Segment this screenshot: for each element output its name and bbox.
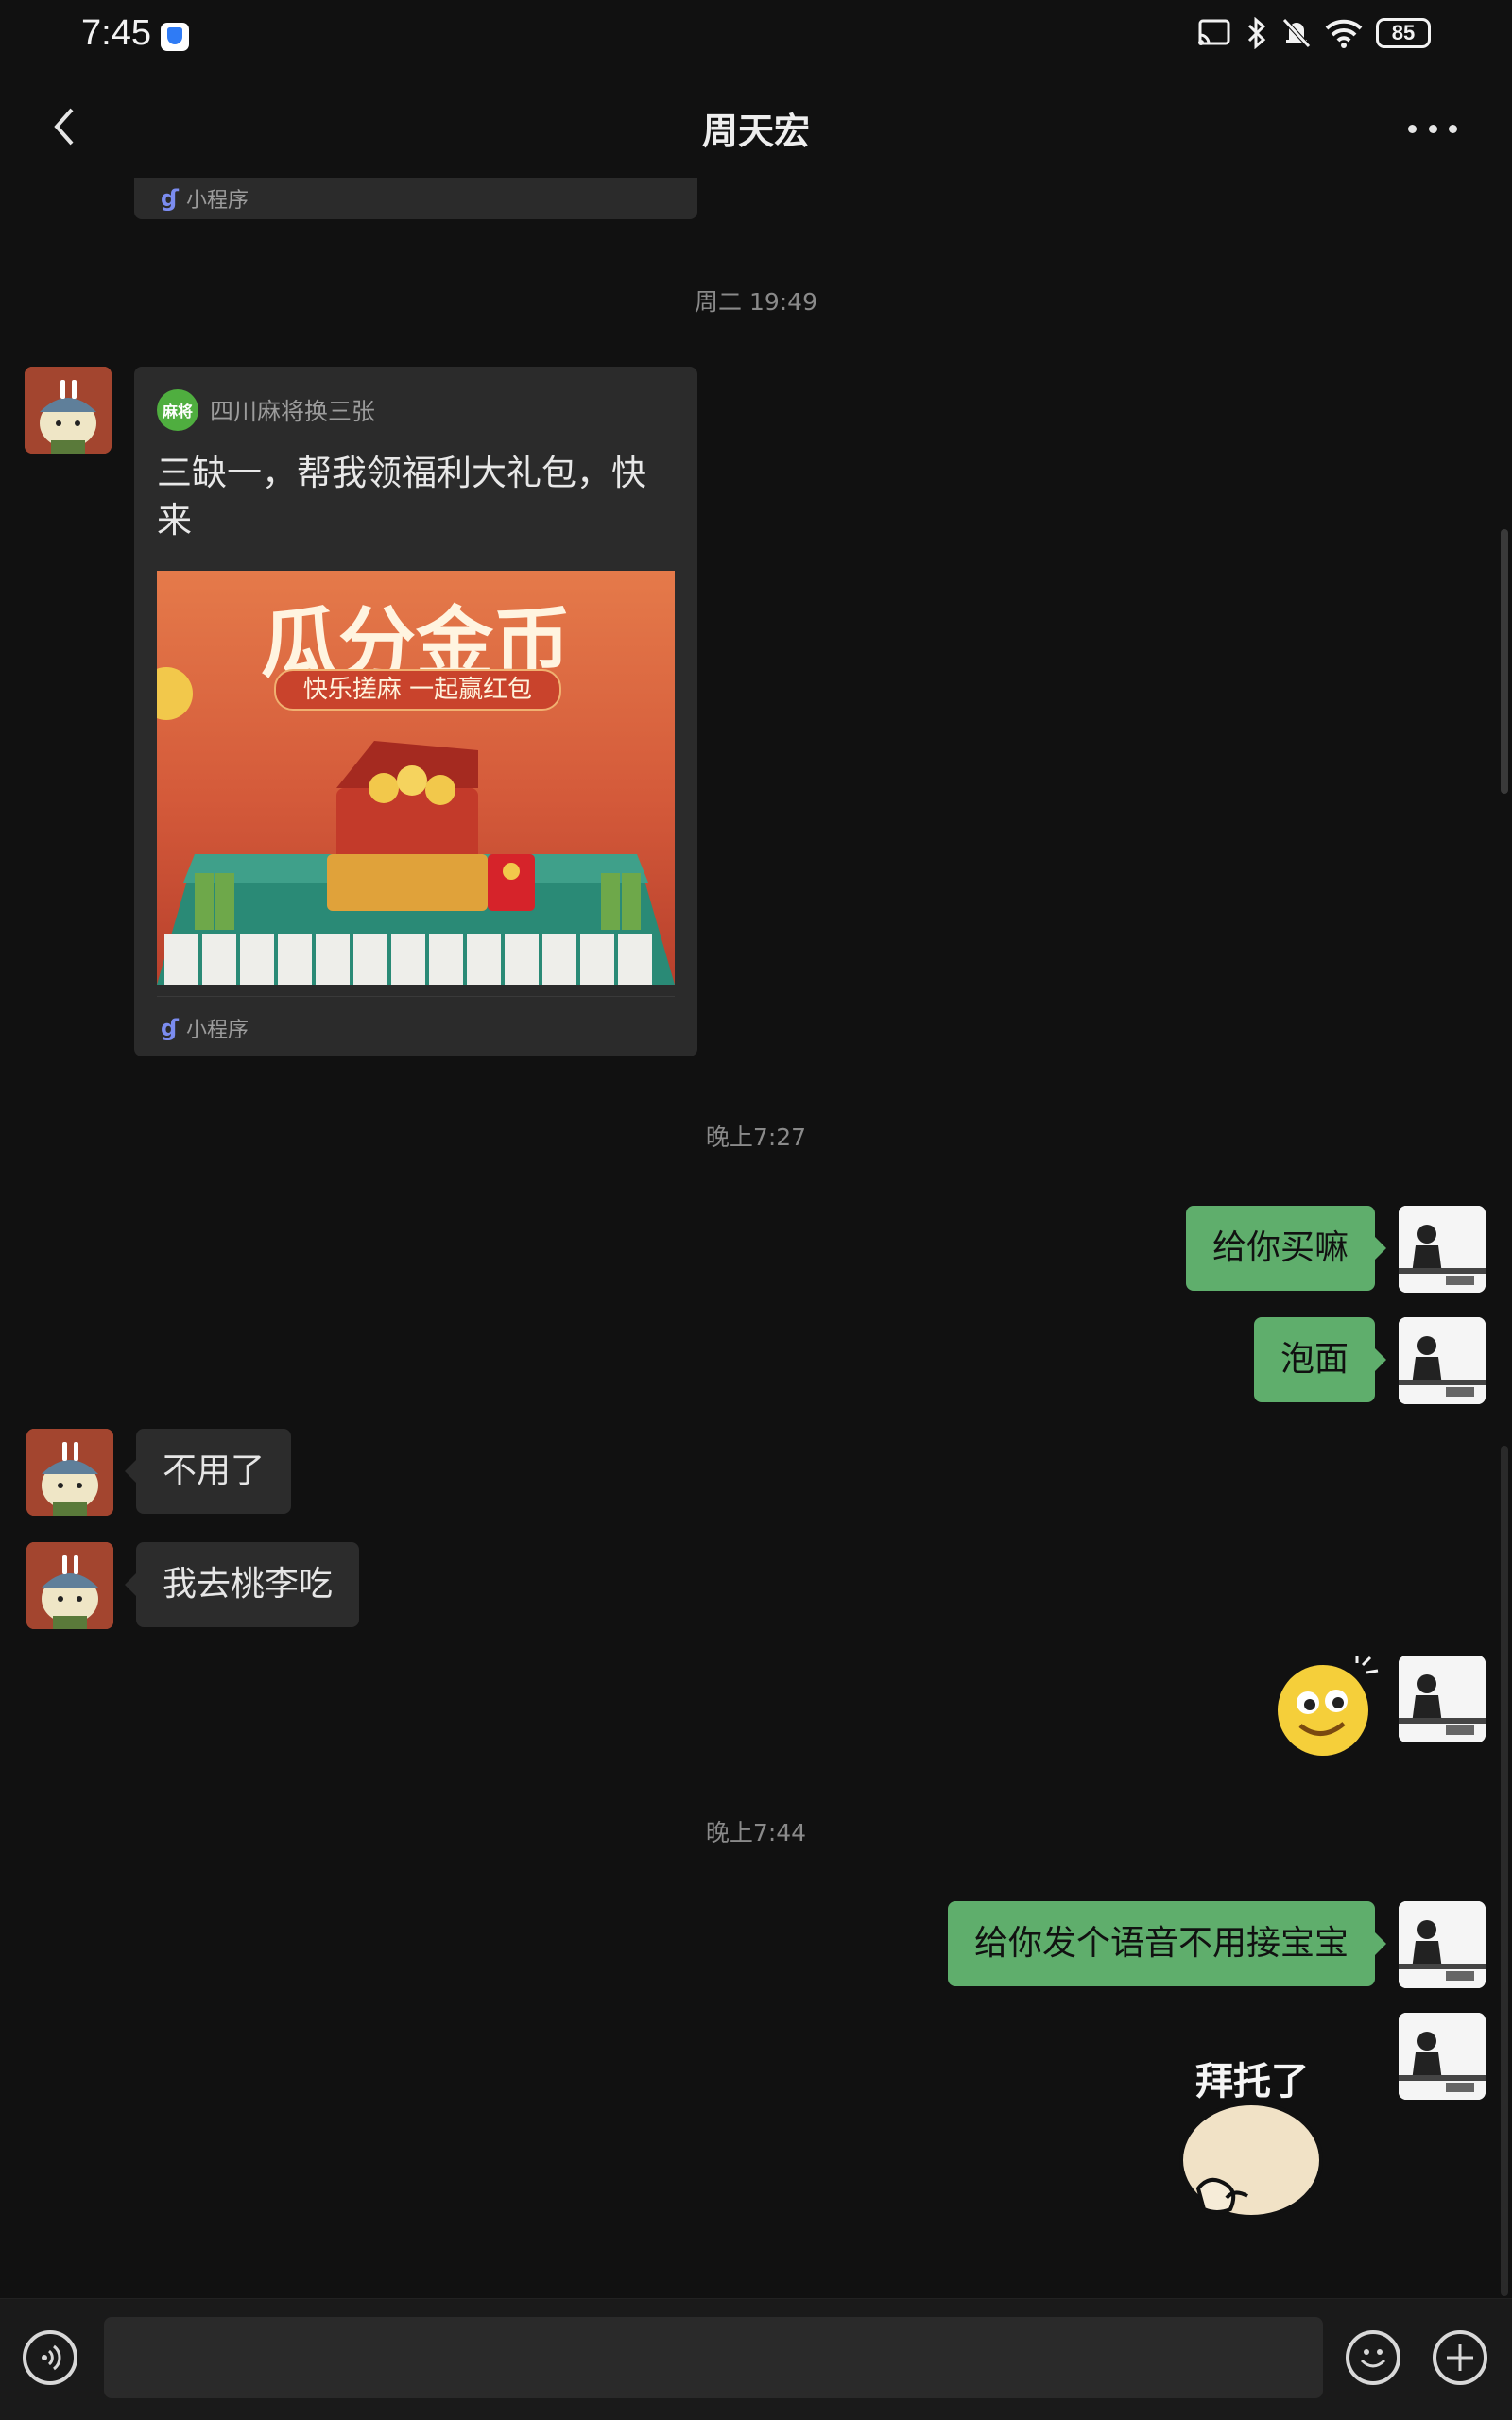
bluetooth-icon xyxy=(1247,17,1266,49)
message-bubble-incoming[interactable]: 我去桃李吃 xyxy=(124,1542,360,1627)
voice-icon xyxy=(42,2344,61,2371)
silhouette-avatar-icon xyxy=(1399,1656,1486,1742)
mini-program-link-icon: ɠ xyxy=(161,185,180,212)
silhouette-avatar-icon xyxy=(1399,2013,1486,2100)
plus-icon xyxy=(1447,2344,1473,2371)
battery-indicator: 85 xyxy=(1376,18,1431,48)
previous-mini-program-card[interactable]: ɠ 小程序 xyxy=(134,178,697,219)
shield-app-icon xyxy=(161,23,189,51)
emoji-sticker[interactable] xyxy=(1276,1656,1380,1763)
bunny-avatar-icon xyxy=(25,367,112,454)
card-divider xyxy=(157,996,675,997)
pleading-sticker[interactable]: 拜托了 xyxy=(1172,2051,1332,2230)
bun-character-icon xyxy=(1179,2102,1323,2219)
smiley-icon xyxy=(1360,2349,1386,2368)
mini-program-app-row: 麻将 四川麻将换三张 xyxy=(157,389,375,431)
status-icons: 85 xyxy=(1196,17,1431,49)
mini-program-footer: ɠ 小程序 xyxy=(161,1013,249,1043)
more-actions-button[interactable] xyxy=(1433,2330,1487,2385)
silhouette-avatar-icon xyxy=(1399,1206,1486,1293)
silhouette-avatar-icon xyxy=(1399,1901,1486,1988)
silhouette-avatar-icon xyxy=(1399,1317,1486,1404)
contact-avatar[interactable] xyxy=(25,367,112,454)
cast-icon xyxy=(1198,19,1230,45)
message-bubble-outgoing[interactable]: 给你买嘛 xyxy=(1185,1206,1387,1291)
mini-program-footer: ɠ 小程序 xyxy=(161,183,249,214)
message-input[interactable] xyxy=(104,2317,1323,2398)
my-avatar[interactable] xyxy=(1399,2013,1486,2100)
message-bubble-incoming[interactable]: 不用了 xyxy=(124,1429,292,1514)
scrollbar-track xyxy=(1501,1446,1508,2296)
mute-bell-icon xyxy=(1282,18,1311,48)
chat-title: 周天宏 xyxy=(701,111,810,152)
mini-program-label: 小程序 xyxy=(186,189,249,213)
mini-program-cover-image: 瓜分金币 快乐搓麻 一起赢红包 xyxy=(157,571,675,985)
timestamp: 晚上7:27 xyxy=(705,1124,807,1151)
status-time: 7:45 xyxy=(81,13,151,53)
mini-program-link-icon: ɠ xyxy=(161,1015,180,1041)
more-options-button[interactable] xyxy=(1408,112,1457,146)
emoji-button[interactable] xyxy=(1346,2330,1400,2385)
mahjong-app-logo: 麻将 xyxy=(157,389,198,431)
timestamp: 晚上7:44 xyxy=(705,1819,807,1846)
wifi-icon xyxy=(1325,19,1363,48)
treasure-chest-illustration xyxy=(157,667,675,985)
mini-program-card[interactable]: 麻将 四川麻将换三张 三缺一，帮我领福利大礼包，快来 瓜分金币 快乐搓麻 一起赢… xyxy=(134,367,697,1056)
contact-avatar[interactable] xyxy=(26,1429,113,1516)
contact-avatar[interactable] xyxy=(26,1542,113,1629)
message-bubble-outgoing[interactable]: 泡面 xyxy=(1253,1317,1387,1402)
timestamp: 周二 19:49 xyxy=(695,288,817,316)
my-avatar[interactable] xyxy=(1399,1901,1486,1988)
scrollbar-thumb[interactable] xyxy=(1501,529,1508,794)
voice-input-button[interactable] xyxy=(23,2330,77,2385)
my-avatar[interactable] xyxy=(1399,1317,1486,1404)
mini-program-title: 三缺一，帮我领福利大礼包，快来 xyxy=(157,453,646,541)
mini-program-label: 小程序 xyxy=(186,1019,249,1042)
message-bubble-outgoing[interactable]: 给你发个语音不用接宝宝 xyxy=(947,1901,1387,1986)
bunny-avatar-icon xyxy=(26,1429,113,1516)
mini-program-app-name: 四川麻将换三张 xyxy=(210,398,376,425)
smiling-face-icon xyxy=(1278,1656,1379,1756)
bunny-avatar-icon xyxy=(26,1542,113,1629)
my-avatar[interactable] xyxy=(1399,1656,1486,1742)
my-avatar[interactable] xyxy=(1399,1206,1486,1293)
